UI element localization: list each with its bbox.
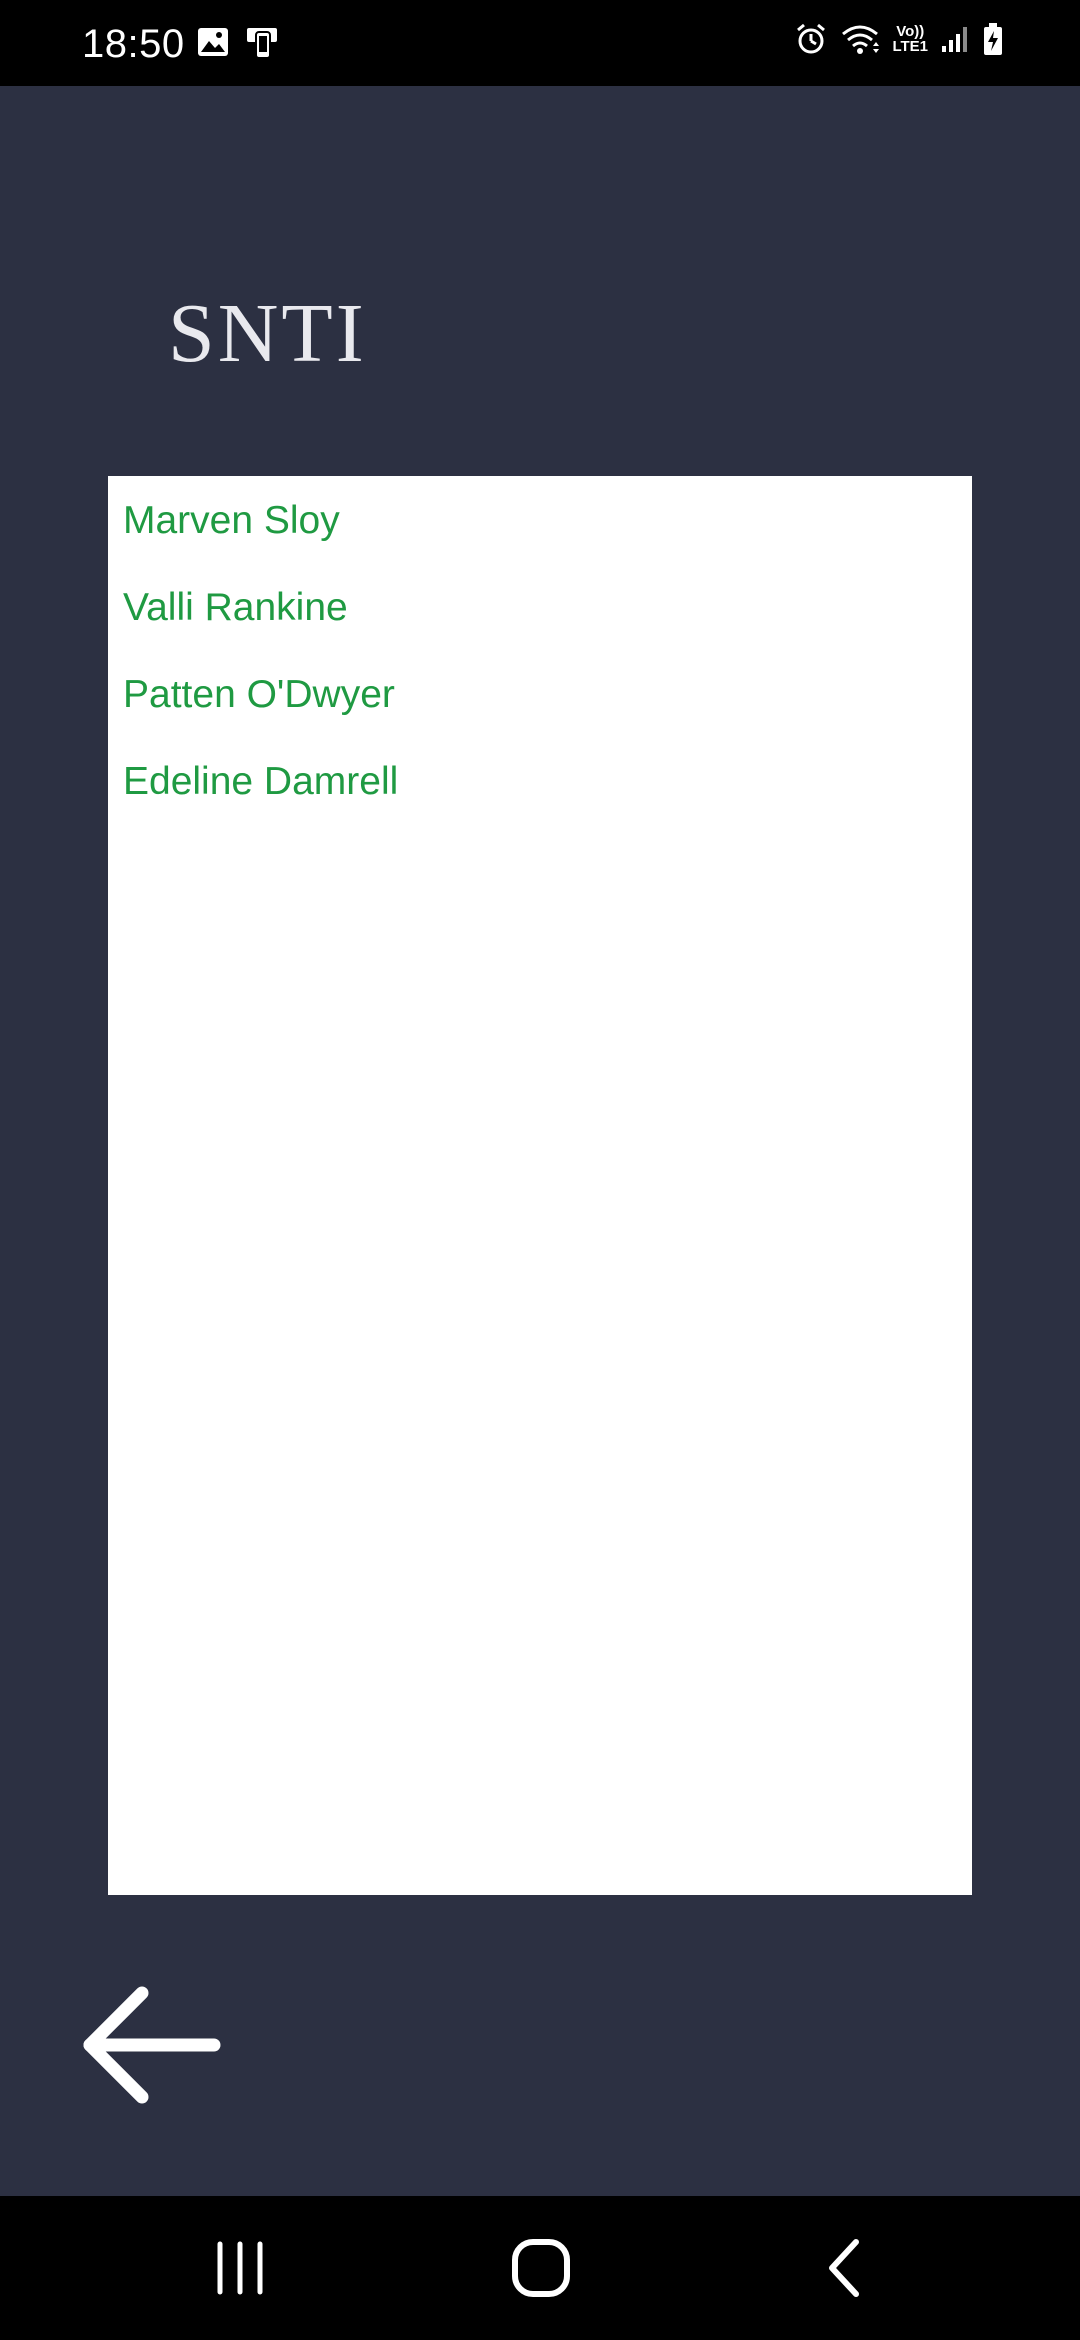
list-item[interactable]: Patten O'Dwyer [123, 671, 395, 719]
volte-label-top: Vo)) [896, 23, 925, 40]
system-back-button[interactable] [808, 2232, 880, 2304]
back-icon [829, 2239, 859, 2297]
gallery-icon [198, 28, 228, 56]
list-item[interactable]: Edeline Damrell [123, 758, 398, 806]
navigation-bar [0, 2196, 1080, 2340]
list-item[interactable]: Valli Rankine [123, 584, 348, 632]
contacts-list: Marven Sloy Valli Rankine Patten O'Dwyer… [108, 476, 972, 1895]
status-bar: 18:50 Vo)) LTE1 [0, 0, 1080, 86]
signal-icon [942, 27, 967, 52]
status-time: 18:50 [82, 22, 185, 66]
home-button[interactable] [505, 2232, 577, 2304]
arrow-left-icon [83, 1986, 221, 2104]
alarm-icon [797, 23, 826, 54]
wifi-icon [842, 25, 880, 54]
battery-charging-icon [984, 23, 1002, 55]
status-left-icons [196, 26, 280, 60]
app-logo: SNTI [168, 287, 367, 380]
volte-icon: Vo)) LTE1 [892, 24, 928, 54]
back-button[interactable] [80, 1984, 222, 2106]
home-icon [512, 2239, 570, 2297]
recent-apps-button[interactable] [204, 2232, 276, 2304]
volte-label-bottom: LTE1 [892, 38, 928, 55]
phone-transfer-icon [247, 28, 277, 59]
recent-apps-icon [217, 2241, 263, 2295]
list-item[interactable]: Marven Sloy [123, 497, 340, 545]
status-right-icons: Vo)) LTE1 [794, 22, 1004, 56]
